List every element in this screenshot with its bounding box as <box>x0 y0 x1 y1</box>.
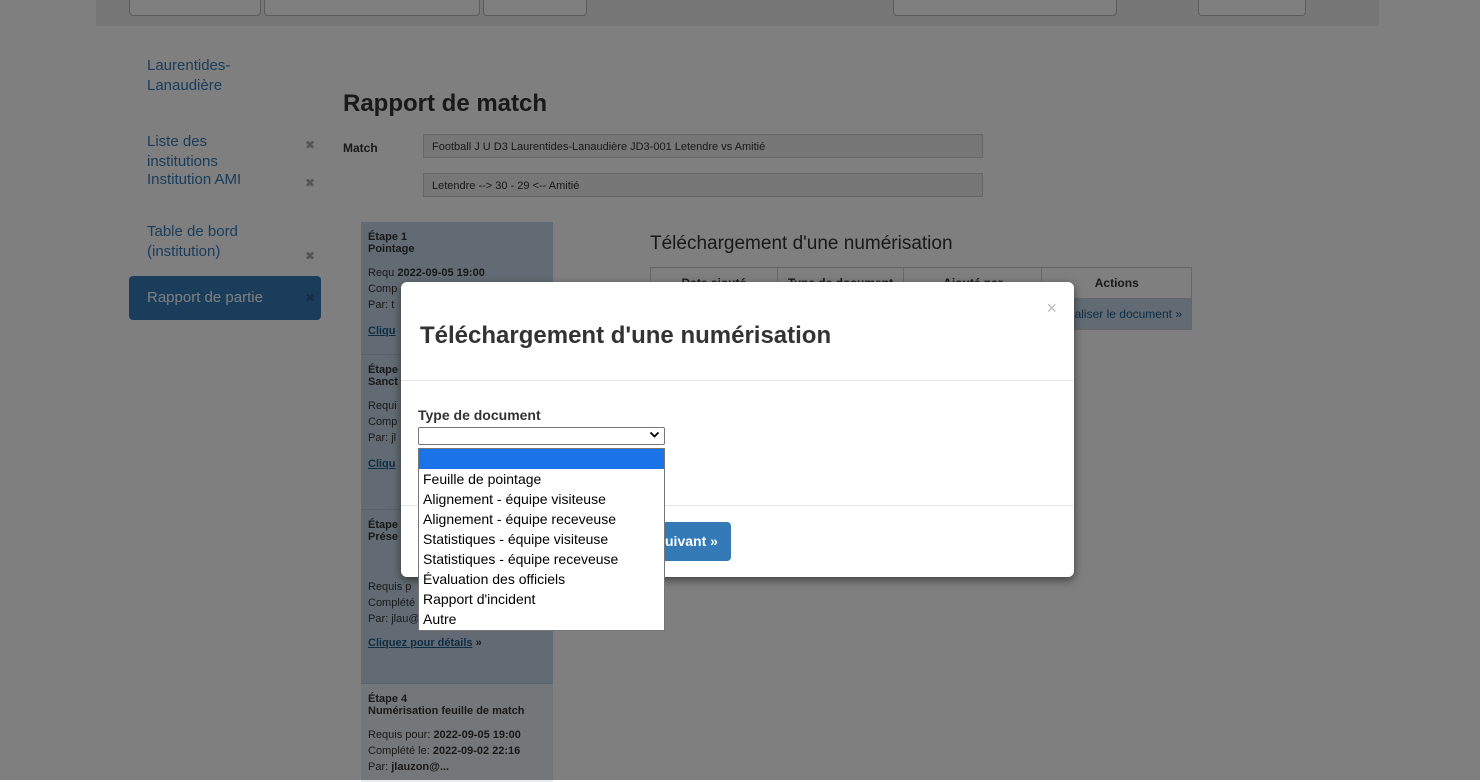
dropdown-option[interactable]: Rapport d'incident <box>419 589 664 609</box>
chevron-down-icon <box>649 429 660 443</box>
document-type-select[interactable] <box>418 427 665 445</box>
dropdown-option[interactable]: Évaluation des officiels <box>419 569 664 589</box>
document-type-dropdown[interactable]: Feuille de pointage Alignement - équipe … <box>418 448 665 631</box>
next-button-label: uivant » <box>665 533 718 549</box>
dropdown-option-empty[interactable] <box>419 449 664 469</box>
modal-title: Téléchargement d'une numérisation <box>420 322 832 349</box>
dropdown-option[interactable]: Alignement - équipe visiteuse <box>419 489 664 509</box>
dropdown-option[interactable]: Alignement - équipe receveuse <box>419 509 664 529</box>
dropdown-option[interactable]: Statistiques - équipe visiteuse <box>419 529 664 549</box>
next-button[interactable]: uivant » <box>665 522 731 561</box>
page: Laurentides-Lanaudière Liste des institu… <box>0 0 1480 782</box>
close-icon[interactable]: × <box>1046 298 1057 319</box>
dropdown-option[interactable]: Feuille de pointage <box>419 469 664 489</box>
dropdown-option[interactable]: Statistiques - équipe receveuse <box>419 549 664 569</box>
dropdown-option[interactable]: Autre <box>419 609 664 629</box>
modal-header: Téléchargement d'une numérisation × <box>401 282 1074 381</box>
document-type-label: Type de document <box>418 407 541 423</box>
